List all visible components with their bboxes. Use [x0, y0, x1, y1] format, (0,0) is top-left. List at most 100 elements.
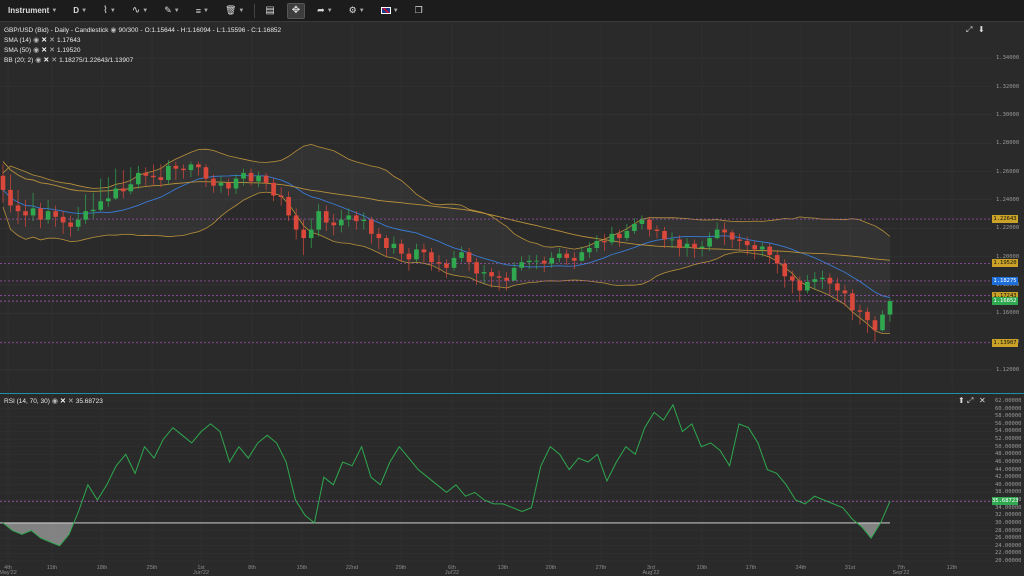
- close-icon[interactable]: ✕: [41, 46, 47, 54]
- candle-body: [151, 175, 156, 178]
- candle-body: [90, 209, 96, 212]
- price-axis[interactable]: 1.34000 1.32000 1.30000 1.28000 1.26000 1.240…: [992, 22, 1024, 390]
- instrument-dropdown[interactable]: Instrument ▼: [0, 0, 65, 22]
- layout-button[interactable]: ▤: [257, 0, 282, 22]
- candle-body: [767, 246, 773, 256]
- time-tick-day: 17th: [745, 565, 757, 571]
- candle-body: [684, 243, 690, 248]
- bb-legend: BB (20; 2) ◉ ✕ ✕ 1.18275/1.22643/1.13907: [4, 56, 133, 65]
- candle-body: [436, 262, 442, 264]
- candle-body: [804, 282, 810, 291]
- timeframe-label: D: [73, 6, 80, 15]
- time-tick-month: Jul'22: [444, 570, 460, 576]
- close-icon[interactable]: ✕: [41, 36, 47, 44]
- eye-icon[interactable]: ◉: [33, 36, 39, 44]
- eye-icon[interactable]: ◉: [35, 56, 41, 64]
- gear-icon[interactable]: ✕: [49, 46, 55, 54]
- gear-icon[interactable]: ✕: [51, 56, 57, 64]
- pane-arrow-down-icon[interactable]: ⬇: [978, 25, 985, 34]
- candle-body: [376, 233, 382, 239]
- eye-icon[interactable]: ◉: [33, 46, 39, 54]
- rsi-tick-label: 56.00000: [995, 420, 1022, 427]
- sma50-legend: SMA (50) ◉ ✕ ✕ 1.19520: [4, 46, 80, 55]
- rsi-chart-svg[interactable]: [0, 394, 992, 567]
- fullscreen-button[interactable]: ✥: [286, 2, 306, 19]
- rsi-tick-label: 22.00000: [995, 550, 1022, 557]
- time-tick-day: 27th: [595, 565, 607, 571]
- close-pane-icon[interactable]: ✕: [979, 396, 986, 405]
- candle-body: [459, 252, 464, 258]
- candle-body: [218, 182, 224, 186]
- maximize-pane-icon[interactable]: ⤢: [966, 25, 972, 35]
- candle-body: [857, 310, 863, 312]
- candle-body: [135, 172, 141, 185]
- candle-body: [278, 195, 284, 197]
- timeframe-dropdown[interactable]: D ▼: [65, 0, 95, 22]
- rsi-tick-label: 44.00000: [995, 466, 1022, 473]
- language-dropdown[interactable]: ▼: [373, 0, 407, 22]
- expand-arrows-icon: ✥: [291, 5, 301, 16]
- candle-body: [173, 165, 179, 169]
- price-chart-pane[interactable]: GBP/USD (Bid) - Daily - Candlestick ◉ 90…: [0, 22, 992, 390]
- close-icon[interactable]: ✕: [60, 397, 66, 405]
- candle-body: [579, 252, 585, 261]
- candle-body: [617, 233, 622, 239]
- candle-body: [68, 222, 73, 227]
- bollinger-band-fill: [3, 144, 890, 334]
- rsi-tick-label: 62.00000: [995, 398, 1022, 404]
- ohlc-values: O:1.15644 - H:1.16094 - L:1.15596 - C:1.…: [144, 26, 282, 34]
- chevron-down-icon: ▼: [142, 7, 149, 14]
- candle-body: [75, 219, 81, 227]
- time-tick-label: 6th Jul'22: [440, 565, 464, 576]
- candle-body: [301, 229, 307, 239]
- time-axis[interactable]: 4th May'22 11th 18th 25th 1st Jun'22 8th 15th 22n…: [0, 565, 992, 576]
- chevron-down-icon: ▼: [109, 7, 116, 14]
- time-tick-label: 25th: [140, 565, 164, 571]
- eye-icon[interactable]: ◉: [52, 397, 58, 405]
- detach-window-button[interactable]: ❐: [407, 0, 431, 22]
- candle-body: [534, 260, 540, 262]
- fibonacci-dropdown[interactable]: ≡ ▼: [188, 0, 217, 22]
- share-dropdown[interactable]: ➦ ▼: [309, 0, 341, 22]
- time-tick-label: 4th May'22: [0, 565, 20, 576]
- sma14-legend: SMA (14) ◉ ✕ ✕ 1.17643: [4, 36, 80, 45]
- candle-body: [444, 263, 449, 268]
- rsi-axis[interactable]: 62.00000 60.00000 58.00000 56.00000 54.00000…: [992, 393, 1024, 566]
- candle-body: [196, 164, 201, 168]
- gear-icon[interactable]: ✕: [68, 397, 74, 405]
- settings-dropdown[interactable]: ⚙ ▼: [341, 0, 373, 22]
- candle-body: [774, 255, 780, 264]
- delete-drawings-dropdown[interactable]: 🗑 ▼: [217, 0, 252, 22]
- candle-body: [782, 263, 788, 277]
- trash-icon: 🗑: [224, 5, 237, 15]
- candle-body: [880, 314, 885, 331]
- candle-body: [263, 175, 269, 183]
- indicators-dropdown[interactable]: ∿ ▼: [124, 0, 156, 22]
- indicators-icon: ∿: [131, 5, 141, 16]
- chart-type-dropdown[interactable]: ⌇ ▼: [95, 0, 124, 22]
- gear-icon[interactable]: ✕: [49, 36, 55, 44]
- move-pane-up-icon[interactable]: ⬆: [958, 396, 965, 405]
- price-chart-svg[interactable]: [0, 22, 992, 390]
- rsi-pane[interactable]: RSI (14, 70, 30) ◉ ✕ ✕ 35.68723 ⬆ ⤢ ✕: [0, 393, 992, 567]
- candle-body: [752, 245, 758, 250]
- price-level-tag: 1.16852: [992, 297, 1018, 306]
- candle-body: [474, 262, 479, 274]
- instrument-legend: GBP/USD (Bid) - Daily - Candlestick ◉ 90…: [4, 26, 282, 35]
- candle-body: [15, 205, 21, 212]
- candle-body: [451, 257, 457, 268]
- candle-body: [707, 238, 712, 247]
- maximize-pane-icon[interactable]: ⤢: [967, 396, 973, 406]
- drawing-tools-dropdown[interactable]: ✎ ▼: [156, 0, 188, 22]
- rsi-tick-label: 40.00000: [995, 481, 1022, 488]
- candle-body: [241, 172, 246, 179]
- close-icon[interactable]: ✕: [43, 56, 49, 64]
- time-tick-month: Sep'22: [892, 570, 910, 576]
- candle-body: [128, 184, 134, 192]
- candle-body: [571, 257, 577, 261]
- rsi-tick-label: 34.00000: [995, 504, 1022, 511]
- rsi-line: [2, 403, 891, 547]
- candle-body: [872, 320, 878, 331]
- price-tick-label: 1.22000: [996, 225, 1020, 232]
- eye-icon[interactable]: ◉: [110, 26, 116, 34]
